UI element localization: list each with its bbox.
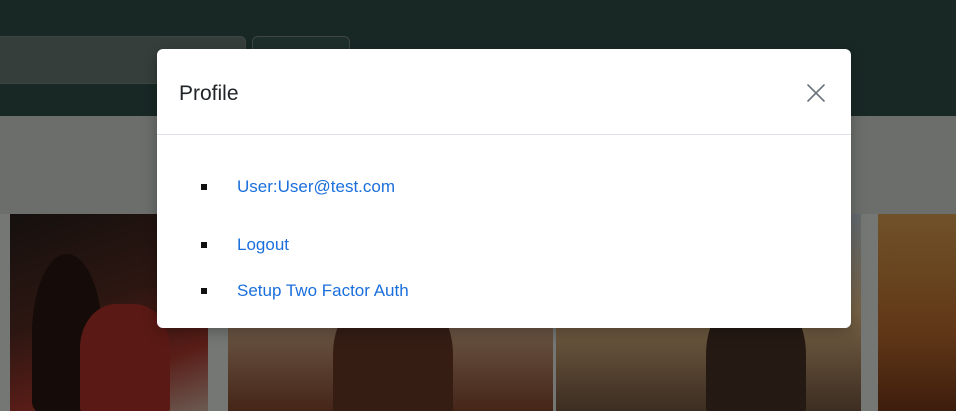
modal-header: Profile [157,49,851,135]
modal-title: Profile [179,82,239,105]
bullet-icon [201,288,207,294]
list-item: User:User@test.com [201,175,395,199]
list-item: Logout [201,233,289,257]
user-email-link[interactable]: User:User@test.com [237,177,395,197]
logout-link[interactable]: Logout [237,235,289,255]
close-button[interactable] [802,79,830,107]
bullet-icon [201,242,207,248]
profile-modal: Profile User:User@test.com Logout Setup … [157,49,851,328]
list-item: Setup Two Factor Auth [201,279,409,303]
bullet-icon [201,184,207,190]
close-icon [807,84,825,102]
setup-two-factor-auth-link[interactable]: Setup Two Factor Auth [237,281,409,301]
